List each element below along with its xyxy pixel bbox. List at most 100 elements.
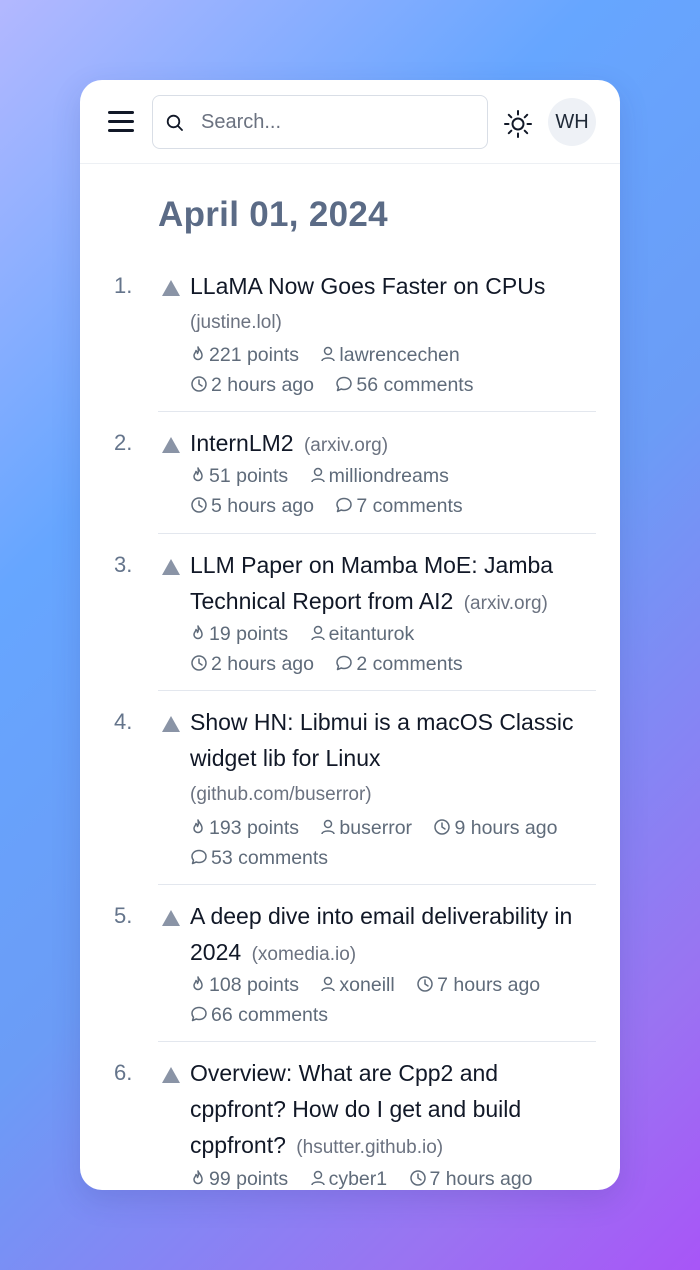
story-domain[interactable]: (arxiv.org): [464, 593, 548, 614]
points-text: 193 points: [209, 817, 299, 839]
sun-icon[interactable]: [502, 108, 534, 140]
author[interactable]: milliondreams: [310, 461, 449, 491]
story-meta: 51 points milliondreams 5 hours ago 7 co…: [190, 461, 610, 521]
story-title-link[interactable]: InternLM2: [190, 430, 294, 456]
author[interactable]: buserror: [320, 813, 412, 843]
comment-icon: [336, 376, 353, 392]
story-meta: 221 points lawrencechen 2 hours ago 56 c…: [190, 340, 610, 400]
timestamp: 9 hours ago: [433, 813, 557, 843]
timestamp: 2 hours ago: [190, 649, 314, 679]
points: 99 points: [190, 1164, 288, 1190]
clock-icon: [409, 1170, 426, 1186]
page-title: April 01, 2024: [158, 195, 388, 234]
upvote-arrow-icon[interactable]: [162, 716, 180, 732]
time-text: 9 hours ago: [454, 817, 558, 839]
clock-icon: [434, 819, 451, 835]
story-title-block: Show HN: Libmui is a macOS Classic widge…: [190, 704, 600, 814]
user-icon: [321, 819, 336, 835]
timestamp: 5 hours ago: [190, 491, 314, 521]
story-domain[interactable]: (xomedia.io): [252, 944, 357, 965]
hamburger-line: [108, 120, 134, 123]
story-title-link[interactable]: Show HN: Libmui is a macOS Classic widge…: [190, 709, 573, 771]
flame-icon: [193, 976, 203, 991]
points-text: 99 points: [209, 1168, 289, 1190]
top-bar: WH: [80, 80, 620, 164]
story-domain[interactable]: (hsutter.github.io): [296, 1137, 443, 1158]
upvote-arrow-icon[interactable]: [162, 910, 180, 926]
clock-icon: [417, 976, 433, 992]
time-text: 5 hours ago: [211, 495, 314, 517]
author-text: milliondreams: [328, 465, 449, 487]
comments-link[interactable]: 53 comments: [190, 843, 328, 873]
story-title-block: Overview: What are Cpp2 and cppfront? Ho…: [190, 1055, 600, 1166]
points: 193 points: [190, 813, 299, 843]
divider: [158, 1041, 596, 1042]
flame-icon: [193, 625, 203, 640]
author-text: cyber1: [328, 1168, 388, 1190]
author[interactable]: eitanturok: [310, 619, 415, 649]
user-icon: [310, 467, 325, 483]
points: 221 points: [190, 340, 299, 370]
points-text: 221 points: [209, 344, 299, 366]
divider: [158, 411, 596, 412]
hamburger-icon: [108, 111, 134, 114]
comment-icon: [336, 497, 353, 513]
clock-icon: [191, 376, 207, 392]
time-text: 7 hours ago: [437, 974, 541, 996]
author-text: xoneill: [339, 974, 395, 996]
author[interactable]: cyber1: [310, 1164, 388, 1190]
story-rank: 2.: [114, 430, 133, 455]
story-domain[interactable]: (arxiv.org): [304, 435, 388, 456]
time-text: 7 hours ago: [429, 1168, 533, 1190]
story-domain[interactable]: (justine.lol): [190, 304, 600, 342]
story-rank: 5.: [114, 903, 133, 928]
upvote-arrow-icon[interactable]: [162, 559, 180, 575]
comments-link[interactable]: 7 comments: [335, 491, 463, 521]
upvote-arrow-icon[interactable]: [162, 1067, 180, 1083]
author-text: eitanturok: [328, 623, 415, 645]
comment-icon: [191, 1006, 207, 1022]
divider: [158, 884, 596, 885]
flame-icon: [193, 467, 203, 482]
user-icon: [310, 1170, 325, 1186]
story-domain[interactable]: (github.com/buserror): [190, 776, 600, 814]
upvote-arrow-icon[interactable]: [162, 280, 180, 296]
search-box[interactable]: [152, 95, 488, 149]
user-icon: [321, 976, 336, 992]
comment-icon: [336, 655, 353, 671]
clock-icon: [191, 655, 207, 671]
story-title-block: A deep dive into email deliverability in…: [190, 898, 600, 973]
comment-icon: [191, 849, 207, 865]
points: 51 points: [190, 461, 288, 491]
menu-button[interactable]: [106, 108, 136, 134]
comments-link[interactable]: 56 comments: [335, 370, 473, 400]
author[interactable]: lawrencechen: [320, 340, 460, 370]
story-title-link[interactable]: LLaMA Now Goes Faster on CPUs: [190, 273, 545, 299]
hamburger-line: [108, 129, 134, 132]
author[interactable]: xoneill: [320, 970, 395, 1000]
search-input[interactable]: [201, 106, 471, 138]
author-text: buserror: [339, 817, 413, 839]
comments-text: 66 comments: [211, 1004, 329, 1026]
comments-text: 7 comments: [356, 495, 463, 517]
story-meta: 19 points eitanturok 2 hours ago 2 comme…: [190, 619, 610, 679]
story-title-block: LLaMA Now Goes Faster on CPUs (justine.l…: [190, 268, 600, 342]
points: 19 points: [190, 619, 288, 649]
story-title-link[interactable]: A deep dive into email deliverability in…: [190, 903, 572, 965]
story-meta: 193 points buserror 9 hours ago 53 comme…: [190, 813, 610, 873]
comments-link[interactable]: 2 comments: [335, 649, 463, 679]
comments-text: 53 comments: [211, 847, 329, 869]
divider: [158, 533, 596, 534]
story-rank: 4.: [114, 709, 133, 734]
story-rank: 3.: [114, 552, 133, 577]
author-text: lawrencechen: [339, 344, 460, 366]
app-card: WH April 01, 2024 1. LLaMA Now Goes Fast…: [80, 80, 620, 1190]
time-text: 2 hours ago: [211, 374, 314, 396]
timestamp: 2 hours ago: [190, 370, 314, 400]
story-rank: 6.: [114, 1060, 133, 1085]
comments-link[interactable]: 66 comments: [190, 1000, 328, 1030]
story-title-block: InternLM2 (arxiv.org): [190, 425, 600, 464]
avatar[interactable]: WH: [548, 98, 596, 146]
clock-icon: [191, 497, 207, 513]
upvote-arrow-icon[interactable]: [162, 437, 180, 453]
